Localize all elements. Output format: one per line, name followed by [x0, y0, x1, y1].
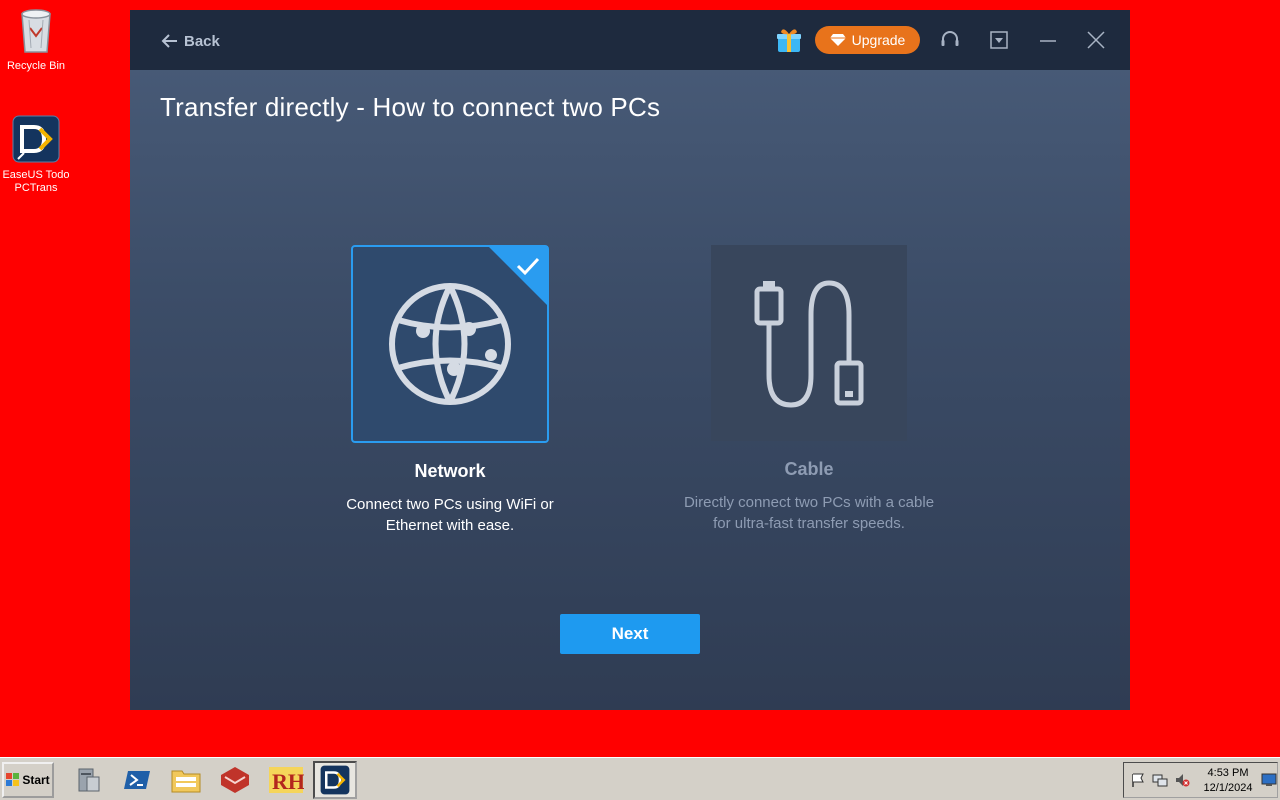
upgrade-button[interactable]: Upgrade: [815, 26, 920, 54]
volume-muted-icon[interactable]: [1174, 772, 1190, 788]
arrow-left-icon: [161, 34, 177, 48]
globe-icon: [389, 283, 511, 405]
network-option[interactable]: Network Connect two PCs using WiFi or Et…: [320, 245, 580, 536]
taskbar-file-explorer[interactable]: [164, 761, 208, 799]
cable-option-description: Directly connect two PCs with a cable fo…: [683, 494, 935, 532]
easeus-desktop-icon[interactable]: EaseUS Todo PCTrans: [0, 115, 72, 195]
taskbar-resource-hacker[interactable]: RH: [264, 761, 308, 799]
server-manager-icon: [78, 768, 100, 792]
powershell-icon: [124, 771, 150, 789]
recycle-bin-label: Recycle Bin: [6, 60, 66, 72]
folder-icon: [171, 770, 201, 793]
windows-flag-icon: [6, 773, 20, 786]
next-button[interactable]: Next: [560, 614, 700, 654]
diamond-icon: [829, 34, 846, 46]
easeus-todo-pctrans-icon: [12, 115, 60, 163]
cable-option[interactable]: Cable Directly connect two PCs with a ca…: [679, 245, 939, 534]
cable-option-title: Cable: [784, 459, 834, 479]
gift-icon[interactable]: [775, 26, 803, 54]
flag-icon[interactable]: [1130, 772, 1146, 788]
svg-text:RH: RH: [272, 769, 304, 794]
easeus-taskbar-icon: [320, 765, 350, 795]
back-label: Back: [184, 32, 220, 50]
easeus-app-window: Back Upgrade Transfer directly - How to …: [130, 10, 1130, 710]
dropdown-menu-icon[interactable]: [987, 28, 1011, 52]
network-tray-icon[interactable]: [1152, 772, 1168, 788]
start-label: Start: [22, 773, 50, 787]
recycle-bin-icon: [21, 9, 51, 53]
network-tile[interactable]: [351, 245, 549, 443]
close-icon[interactable]: [1084, 28, 1108, 52]
minimize-icon[interactable]: [1036, 28, 1060, 52]
taskbar: Start RH 4:53 PM 12/1/2024: [0, 757, 1280, 800]
taskbar-clock[interactable]: 4:53 PM 12/1/2024: [1198, 766, 1258, 796]
cable-tile[interactable]: [711, 245, 907, 441]
taskbar-app-red[interactable]: [213, 761, 257, 799]
headset-icon[interactable]: [938, 28, 962, 52]
back-button[interactable]: Back: [160, 30, 220, 52]
network-option-title: Network: [414, 461, 486, 481]
network-option-description: Connect two PCs using WiFi or Ethernet w…: [346, 496, 554, 534]
taskbar-powershell[interactable]: [115, 761, 159, 799]
page-title: Transfer directly - How to connect two P…: [160, 92, 661, 122]
system-tray: 4:53 PM 12/1/2024: [1123, 762, 1278, 798]
start-button[interactable]: Start: [2, 762, 54, 798]
upgrade-label: Upgrade: [851, 32, 906, 48]
clock-time: 4:53 PM: [1207, 767, 1249, 779]
title-bar: Back Upgrade: [130, 10, 1130, 70]
show-desktop-icon[interactable]: [1261, 773, 1277, 787]
taskbar-server-manager[interactable]: [66, 761, 110, 799]
clock-date: 12/1/2024: [1203, 782, 1253, 794]
easeus-label: EaseUS Todo PCTrans: [2, 169, 70, 194]
red-app-icon: [221, 767, 249, 793]
recycle-bin-desktop-icon[interactable]: Recycle Bin: [0, 6, 72, 73]
taskbar-easeus-pctrans[interactable]: [313, 761, 357, 799]
usb-cable-icon: [754, 280, 864, 408]
resource-hacker-icon: RH: [269, 767, 304, 794]
